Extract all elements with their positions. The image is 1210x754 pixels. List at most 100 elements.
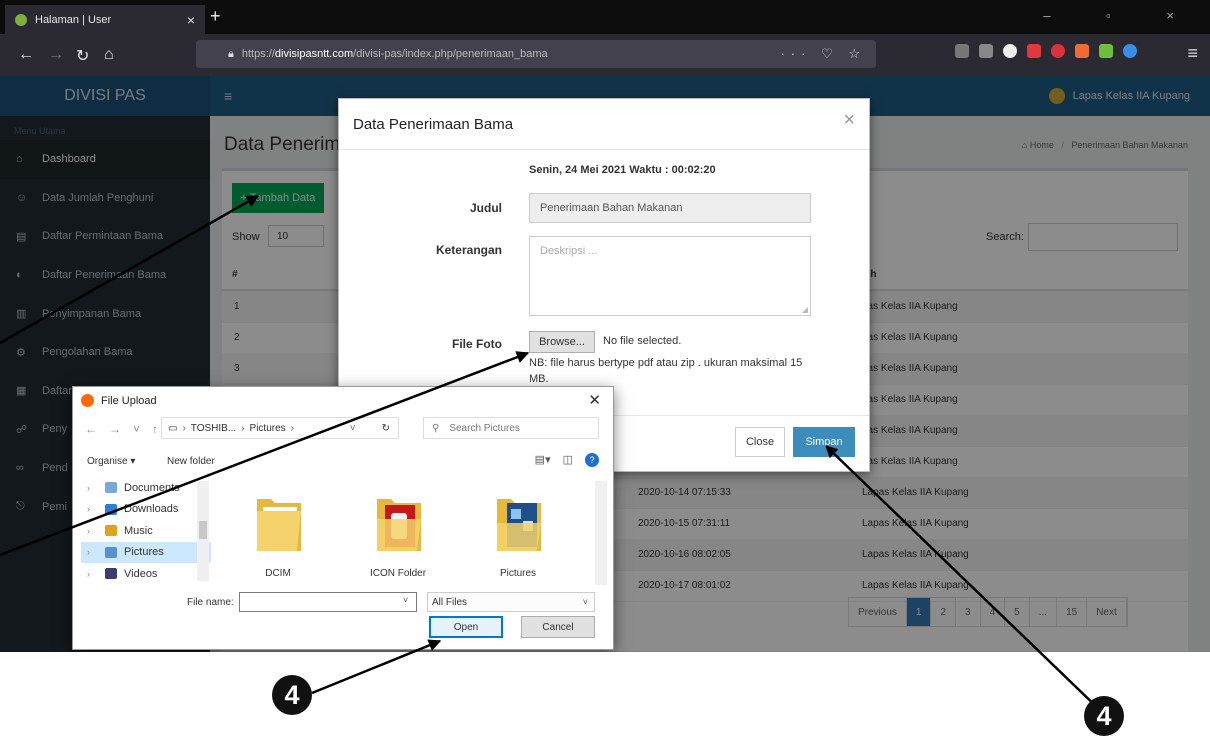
url-path: /divisi-pas/index.php/penerimaan_bama	[353, 48, 548, 60]
path-segment-pictures[interactable]: Pictures	[250, 423, 286, 434]
lock-icon: 🔒︎	[228, 47, 234, 60]
chevron-right-icon[interactable]: ›	[81, 547, 105, 557]
file-note: NB: file harus bertype pdf atau zip . uk…	[529, 357, 803, 385]
cancel-button[interactable]: Cancel	[521, 616, 595, 638]
file-foto-label: File Foto	[452, 337, 502, 351]
reload-icon[interactable]: ↻	[76, 46, 89, 66]
navigation-bar: ← → ↻ ⌂ 🔒︎ https:// divisipasntt.com /di…	[0, 34, 1210, 76]
forward-icon[interactable]: →	[48, 46, 64, 64]
step-marker-open: 4	[272, 675, 312, 715]
browser-tab[interactable]: Halaman | User ×	[5, 5, 205, 34]
new-folder-button[interactable]: New folder	[167, 456, 215, 467]
extension-icons	[955, 44, 1137, 58]
chevron-right-icon[interactable]: ›	[81, 569, 105, 579]
file-item-dcim[interactable]: DCIM	[223, 481, 333, 585]
organise-menu[interactable]: Organise ▾	[87, 456, 135, 467]
file-upload-dialog: File Upload ✕ ←→˅↑ ▭ › TOSHIB... › Pictu…	[72, 386, 614, 650]
tree-scrollbar[interactable]	[197, 481, 209, 581]
no-file-text: No file selected.	[603, 335, 682, 347]
tree-item-label: Pictures	[124, 546, 164, 559]
modal-divider	[339, 149, 869, 150]
file-type-select[interactable]: All Files ˅	[427, 592, 595, 612]
chevron-down-icon: ˅	[582, 597, 588, 607]
new-tab-button[interactable]: +	[210, 6, 221, 27]
extension-circle-icon[interactable]	[1123, 44, 1137, 58]
refresh-icon[interactable]: ↻	[382, 423, 390, 434]
search-icon: ⚲	[432, 422, 440, 434]
file-name-input[interactable]	[239, 592, 417, 612]
folder-icon	[105, 568, 117, 580]
file-name-dropdown-icon[interactable]: ˅	[403, 595, 408, 605]
folder-icon	[105, 503, 117, 515]
file-type-value: All Files	[432, 596, 468, 608]
folder-icon	[377, 499, 421, 551]
modal-title: Data Penerimaan Bama	[353, 116, 514, 133]
modal-close-icon[interactable]: ×	[843, 109, 855, 132]
tab-bar: Halaman | User × + – ▫ ×	[0, 0, 1210, 34]
extension-orange-icon[interactable]	[1075, 44, 1089, 58]
simpan-button[interactable]: Simpan	[793, 427, 855, 457]
home-icon[interactable]: ⌂	[104, 46, 114, 64]
file-path-bar[interactable]: ▭ › TOSHIB... › Pictures › ˅ ↻	[161, 417, 399, 439]
adblock-icon[interactable]	[1051, 44, 1065, 58]
open-button[interactable]: Open	[429, 616, 503, 638]
folder-icon	[257, 499, 301, 551]
page-actions-icon[interactable]: ··· ♡ ☆	[780, 46, 866, 62]
file-dialog-close-icon[interactable]: ✕	[588, 391, 601, 409]
tree-item[interactable]: › Pictures	[81, 541, 211, 563]
folder-icon	[105, 482, 117, 494]
file-list-scrollbar[interactable]	[595, 481, 607, 585]
file-dialog-title: File Upload	[101, 395, 157, 407]
view-options-icon[interactable]: ▤▾	[535, 453, 551, 467]
extension-clock-icon[interactable]	[1003, 44, 1017, 58]
file-item-label: ICON Folder	[369, 568, 427, 579]
file-search-input[interactable]: ⚲ Search Pictures	[423, 417, 599, 439]
file-item-pictures[interactable]: Pictures	[463, 481, 573, 585]
file-item-label: DCIM	[265, 568, 291, 579]
url-prefix: https://	[241, 48, 275, 60]
back-icon[interactable]: ←	[18, 46, 34, 64]
judul-input[interactable]: Penerimaan Bahan Makanan	[529, 193, 811, 223]
tree-item[interactable]: › Music	[81, 520, 211, 542]
tree-item-label: Music	[124, 524, 153, 537]
browse-button[interactable]: Browse...	[529, 331, 595, 353]
folder-tree: › Documents › Downloads › Music › Pictures › Vide…	[81, 477, 211, 585]
window-controls[interactable]: – ▫ ×	[1043, 8, 1200, 23]
path-segment-drive[interactable]: TOSHIB...	[191, 423, 236, 434]
keterangan-textarea[interactable]: Deskripsi ... ◢	[529, 236, 811, 316]
extension-green-icon[interactable]	[1099, 44, 1113, 58]
library-icon[interactable]	[955, 44, 969, 58]
path-separator: ›	[182, 422, 186, 434]
file-item-icon-folder[interactable]: ICON Folder	[343, 481, 453, 585]
url-bar[interactable]: 🔒︎ https:// divisipasntt.com /divisi-pas…	[196, 40, 876, 68]
firefox-icon	[81, 394, 94, 407]
tree-item[interactable]: › Downloads	[81, 499, 211, 521]
chevron-right-icon[interactable]: ›	[81, 504, 105, 514]
chevron-right-icon[interactable]: ›	[81, 483, 105, 493]
extension-m-icon[interactable]	[1027, 44, 1041, 58]
judul-label: Judul	[470, 201, 502, 215]
resize-grip-icon[interactable]: ◢	[802, 305, 808, 314]
help-icon[interactable]: ?	[585, 453, 599, 467]
folder-icon	[497, 499, 541, 551]
tree-item[interactable]: › Videos	[81, 563, 211, 585]
tree-item-label: Documents	[124, 481, 180, 494]
keterangan-placeholder: Deskripsi ...	[540, 245, 598, 257]
drive-icon: ▭	[168, 422, 178, 434]
tree-scroll-thumb[interactable]	[199, 521, 207, 539]
file-search-placeholder: Search Pictures	[449, 422, 520, 434]
file-nav-buttons[interactable]: ←→˅↑	[85, 422, 170, 436]
tab-title: Halaman | User	[35, 13, 112, 26]
close-button[interactable]: Close	[735, 427, 785, 457]
hamburger-menu-icon[interactable]: ≡	[1187, 43, 1198, 64]
tab-close-icon[interactable]: ×	[187, 12, 195, 28]
tree-item[interactable]: › Documents	[81, 477, 211, 499]
tree-item-label: Downloads	[124, 503, 179, 516]
sidebar-toggle-icon[interactable]	[979, 44, 993, 58]
chevron-right-icon[interactable]: ›	[81, 526, 105, 536]
file-name-label: File name:	[187, 597, 234, 608]
file-dialog-toolbar: Organise ▾ New folder ▤▾ ◫ ?	[73, 451, 613, 473]
folder-icon	[105, 525, 117, 537]
preview-pane-icon[interactable]: ◫	[563, 453, 573, 467]
path-dropdown-icon[interactable]: ˅	[350, 423, 356, 434]
